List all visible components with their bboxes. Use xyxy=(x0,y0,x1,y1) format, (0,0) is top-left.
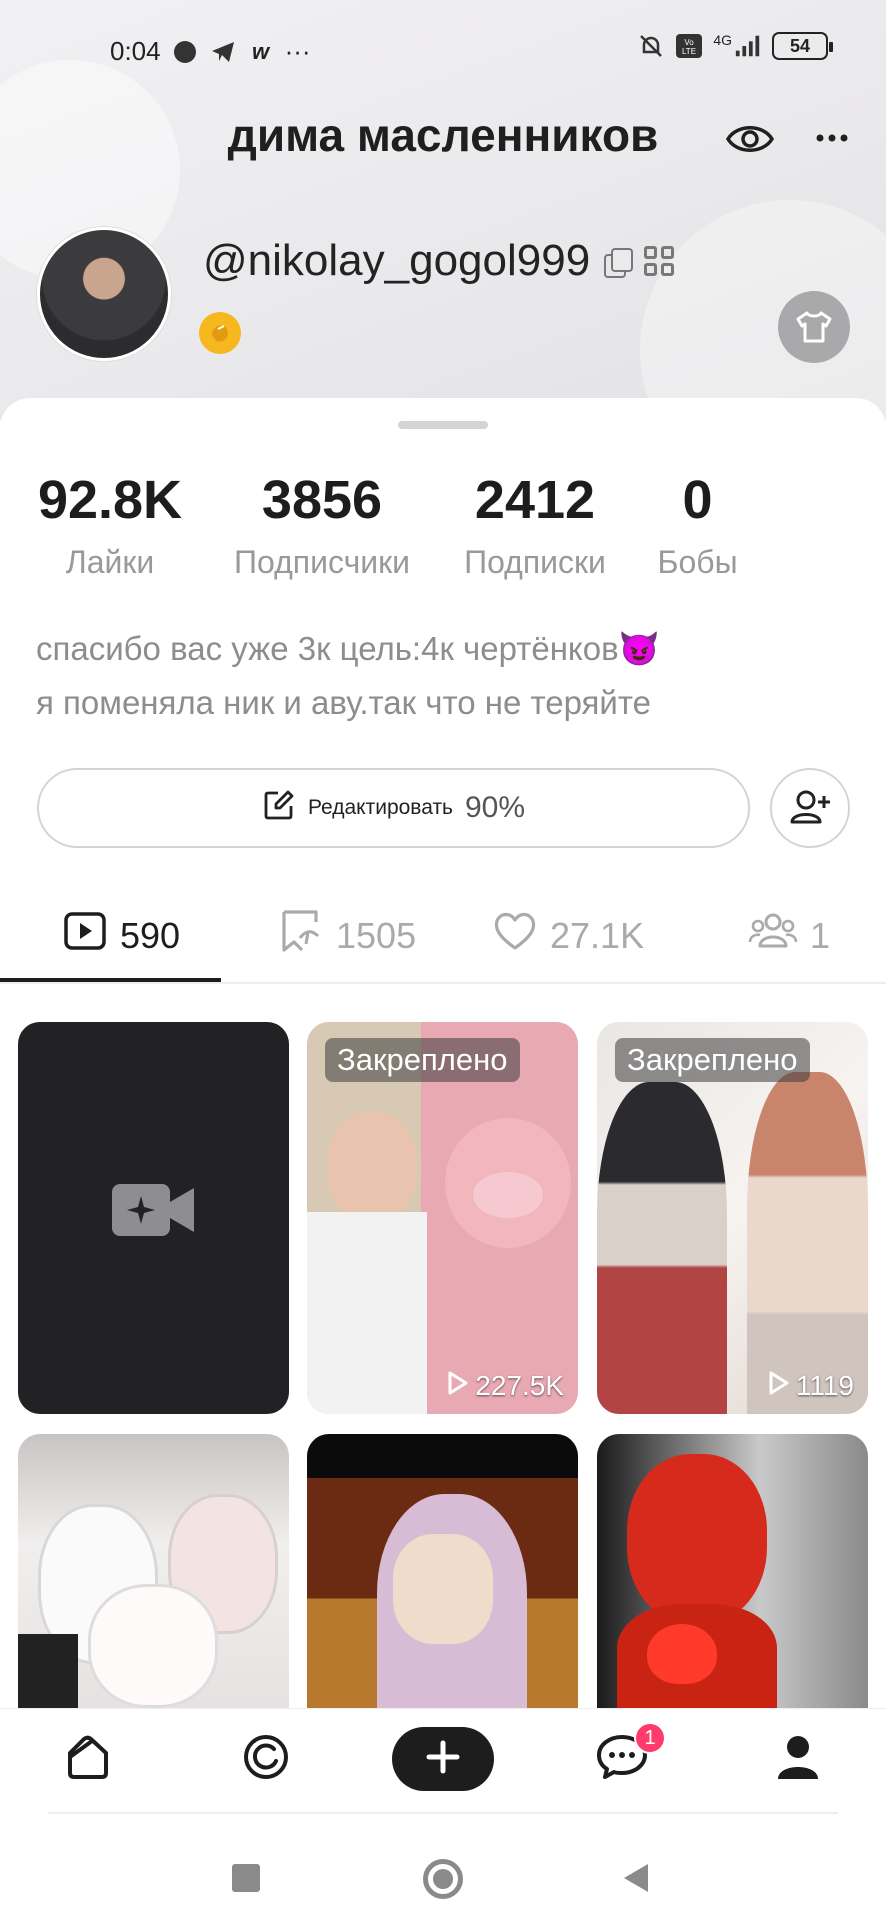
tab-liked[interactable]: 27.1K xyxy=(492,908,644,963)
edit-icon xyxy=(262,788,296,828)
stat-likes: 92.8K Лайки xyxy=(30,470,190,581)
copy-icon[interactable] xyxy=(604,248,634,278)
profile-completion-percent: 90% xyxy=(465,791,526,824)
nav-home[interactable] xyxy=(58,1729,118,1789)
shirt-icon[interactable] xyxy=(778,291,850,363)
heart-icon xyxy=(492,908,538,963)
tabs-divider xyxy=(0,982,886,984)
w-app-icon: w xyxy=(252,38,270,64)
bio: спасибо вас уже 3к цель:4к чертёнков😈 я … xyxy=(36,622,660,730)
nav-discover[interactable] xyxy=(236,1729,296,1789)
add-user-icon xyxy=(790,790,830,824)
network-type: 4G xyxy=(713,32,732,48)
qr-code-icon[interactable] xyxy=(644,246,675,276)
svg-text:LTE: LTE xyxy=(682,47,696,56)
tab-count: 27.1K xyxy=(550,914,645,956)
tab-count: 590 xyxy=(120,914,181,956)
plus-icon xyxy=(425,1739,461,1780)
app-notification-icon xyxy=(171,38,199,66)
view-count-value: 227.5K xyxy=(475,1370,564,1401)
discover-icon xyxy=(240,1731,292,1788)
bottom-navigation xyxy=(0,1708,886,1812)
battery-icon: 54 xyxy=(772,32,833,60)
video-tile[interactable] xyxy=(307,1434,578,1708)
home-circle-icon[interactable] xyxy=(423,1859,463,1899)
stat-label: Подписки xyxy=(464,544,606,580)
stat-value: 0 xyxy=(682,470,713,530)
stat-label: Бобы xyxy=(657,544,738,580)
content-tabs: 590 1505 27.1K 1 xyxy=(0,898,886,984)
play-icon xyxy=(768,1370,790,1402)
stat-value: 3856 xyxy=(261,470,383,530)
telegram-icon xyxy=(209,38,237,66)
battery-level: 54 xyxy=(789,35,811,56)
create-button[interactable] xyxy=(392,1727,494,1791)
play-square-icon xyxy=(62,908,108,963)
signal-icon xyxy=(734,32,762,60)
stat-value: 2412 xyxy=(474,470,596,530)
svg-text:Vo: Vo xyxy=(685,38,695,47)
group-icon xyxy=(748,908,798,963)
bell-muted-icon xyxy=(637,32,665,60)
status-emoji-icon[interactable] xyxy=(199,312,241,354)
active-tab-indicator xyxy=(0,978,221,982)
bio-line: я поменяла ник и аву.так что не теряйте xyxy=(36,684,651,721)
video-tile[interactable]: Закреплено 1119 xyxy=(597,1022,868,1414)
status-bar: 0:04 w ··· Vo LTE 4G 54 xyxy=(0,28,886,76)
video-tile-create[interactable] xyxy=(18,1022,289,1414)
tab-count: 1505 xyxy=(336,914,417,956)
tab-saved[interactable]: 1505 xyxy=(278,908,416,963)
stat-followers[interactable]: 3856 Подписчики xyxy=(222,470,422,581)
username-row: @nikolay_gogol999 xyxy=(203,236,675,286)
nav-profile[interactable] xyxy=(768,1729,828,1789)
bio-line: спасибо вас уже 3к цель:4к чертёнков😈 xyxy=(36,630,660,667)
stat-label: Подписчики xyxy=(233,544,411,580)
sheet-grip-handle[interactable] xyxy=(398,421,488,429)
pinned-badge: Закреплено xyxy=(325,1038,520,1082)
status-more-dots: ··· xyxy=(284,36,311,66)
video-tile[interactable] xyxy=(18,1434,289,1708)
view-count: 227.5K xyxy=(447,1370,564,1402)
edit-profile-label: Редактировать xyxy=(307,796,453,819)
stat-following[interactable]: 2412 Подписки xyxy=(450,470,620,581)
stat-beans[interactable]: 0 Бобы xyxy=(650,470,745,581)
edit-profile-button[interactable]: Редактировать 90% xyxy=(37,768,750,848)
back-icon[interactable] xyxy=(622,1862,652,1899)
status-time: 0:04 xyxy=(110,36,161,66)
recents-icon[interactable] xyxy=(232,1864,260,1892)
view-count: 1119 xyxy=(768,1370,854,1402)
play-icon xyxy=(447,1370,469,1402)
tab-count: 1 xyxy=(810,914,831,956)
bookmark-icon xyxy=(278,908,324,963)
avatar[interactable] xyxy=(37,227,171,361)
video-camera-icon xyxy=(110,1180,196,1245)
view-count-value: 1119 xyxy=(795,1370,854,1401)
home-icon xyxy=(62,1731,114,1788)
video-tile[interactable]: Закреплено 227.5K xyxy=(307,1022,578,1414)
video-tile[interactable] xyxy=(597,1434,868,1708)
add-friend-button[interactable] xyxy=(770,768,850,848)
stat-label: Лайки xyxy=(65,544,155,580)
username: @nikolay_gogol999 xyxy=(203,236,591,285)
eye-icon[interactable] xyxy=(725,114,775,164)
messages-badge: 1 xyxy=(634,1722,666,1754)
system-navigation xyxy=(0,1814,886,1920)
profile-icon xyxy=(772,1731,824,1788)
tab-videos[interactable]: 590 xyxy=(62,908,180,963)
tab-group[interactable]: 1 xyxy=(748,908,830,963)
more-options-icon[interactable] xyxy=(812,118,852,158)
pinned-badge: Закреплено xyxy=(615,1038,810,1082)
stat-value: 92.8K xyxy=(37,470,183,530)
volte-icon: Vo LTE xyxy=(675,32,703,60)
